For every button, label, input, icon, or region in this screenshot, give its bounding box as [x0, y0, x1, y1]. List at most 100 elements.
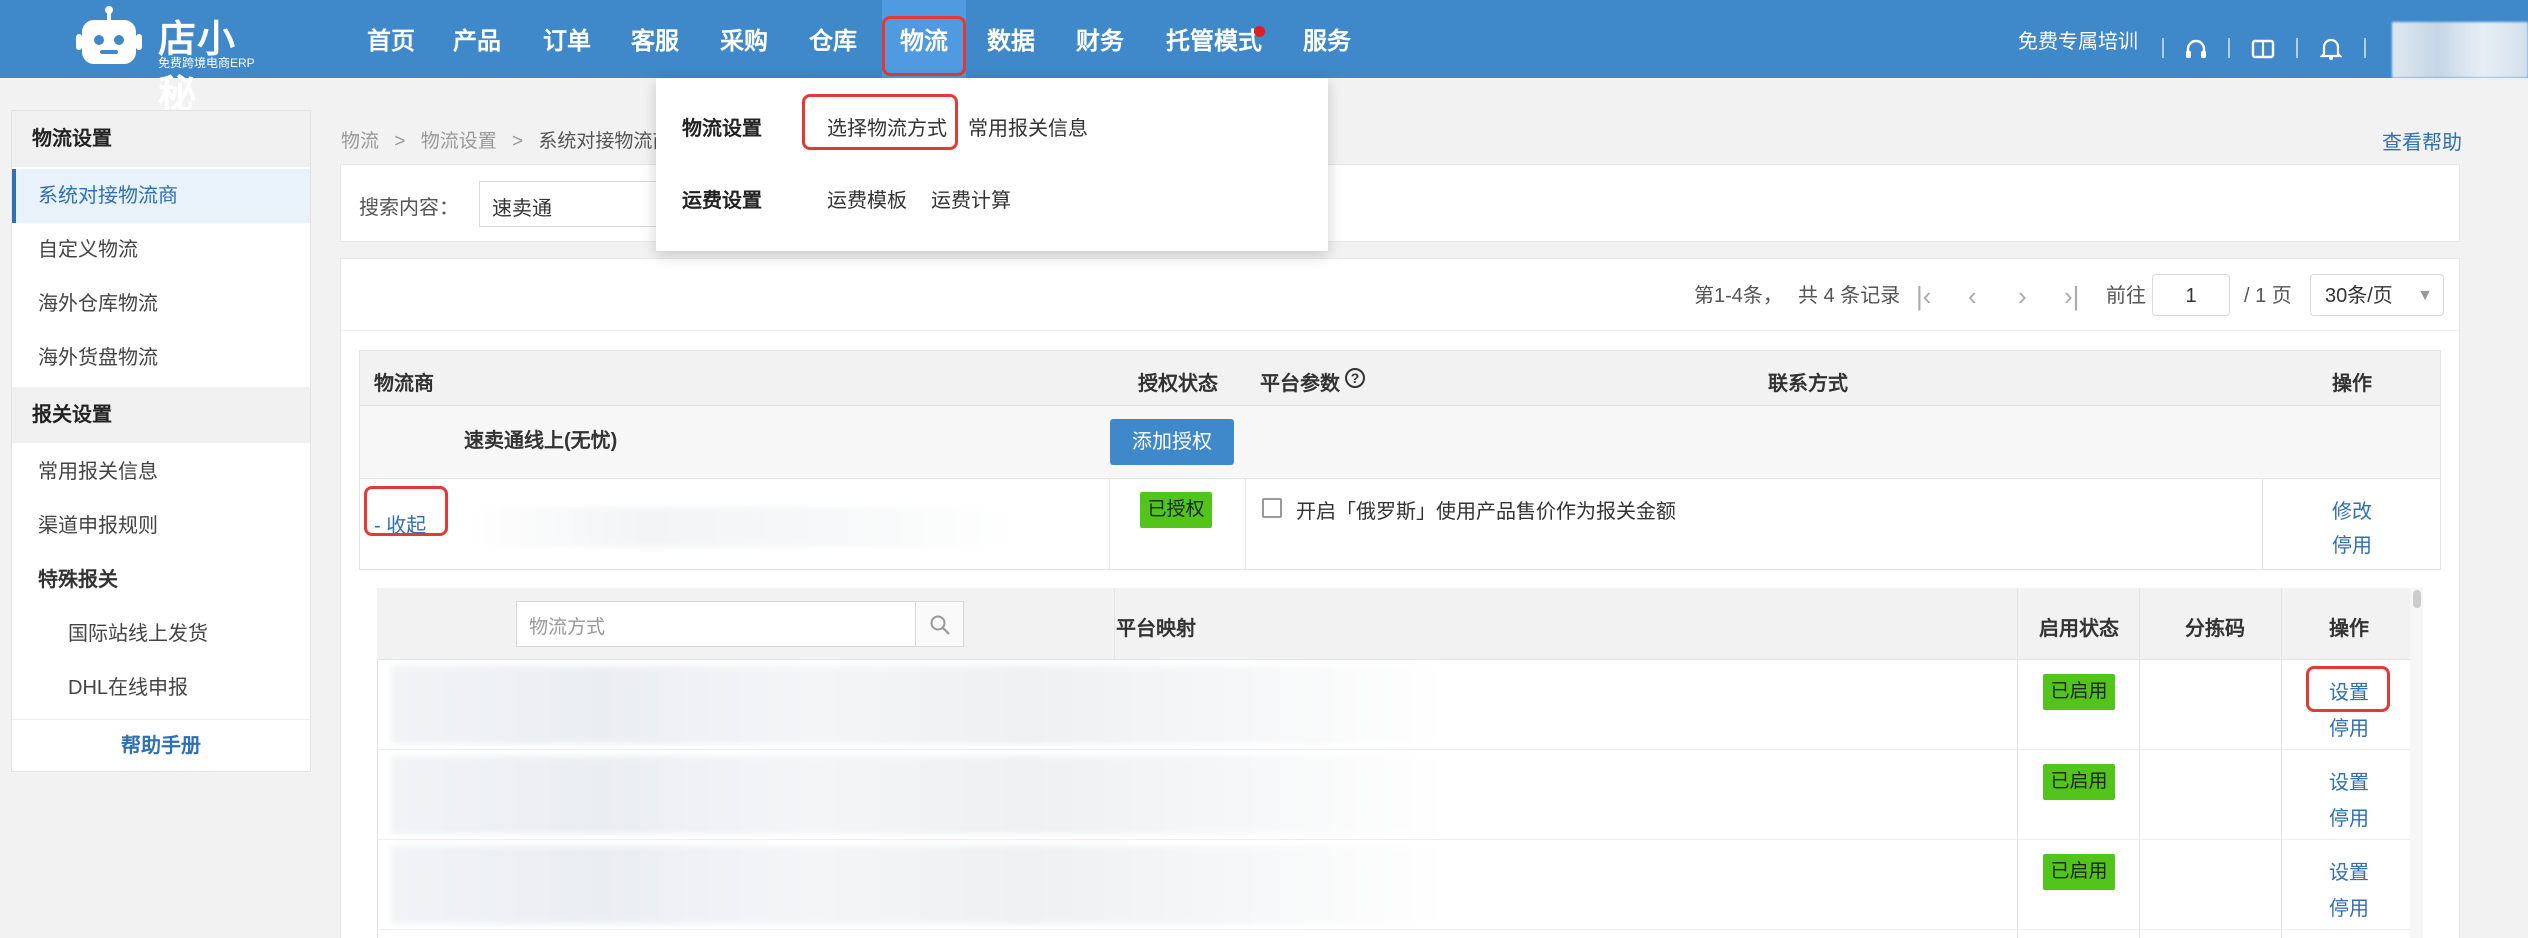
page-number-input[interactable]: 1 [2152, 274, 2230, 316]
sidebar-item-customs-info[interactable]: 常用报关信息 [12, 445, 310, 499]
carrier-group-row: 速卖通线上(无忧) 添加授权 [359, 406, 2441, 478]
method-settings-link[interactable]: 设置 [2329, 766, 2369, 795]
method-name-redacted [391, 666, 1451, 744]
total-records: 共 4 条记录 [1798, 285, 1901, 307]
russia-price-checkbox[interactable] [1262, 498, 1282, 518]
free-training-link[interactable]: 免费专属培训 [2018, 0, 2138, 78]
add-authorization-button[interactable]: 添加授权 [1110, 419, 1234, 465]
first-page-icon[interactable]: |‹ [1916, 282, 1931, 310]
col-action: 操作 [2332, 373, 2372, 395]
col-carrier: 物流商 [374, 373, 434, 395]
book-icon[interactable] [2251, 38, 2275, 60]
method-search-button[interactable] [916, 601, 964, 647]
breadcrumb: 物流 > 物流设置 > 系统对接物流商 [341, 131, 672, 152]
logo[interactable]: 店小秘 免费跨境电商ERP [74, 4, 274, 116]
goto-label: 前往 [2106, 285, 2146, 307]
divider [341, 330, 2459, 331]
search-input[interactable]: 速卖通 [479, 181, 679, 227]
sidebar-item-overseas-pallet[interactable]: 海外货盘物流 [12, 331, 310, 385]
nav-products[interactable]: 产品 [450, 0, 504, 78]
sidebar-item-overseas-warehouse[interactable]: 海外仓库物流 [12, 277, 310, 331]
col-contact: 联系方式 [1768, 373, 1848, 395]
nav-warehouse[interactable]: 仓库 [806, 0, 860, 78]
top-navbar: 店小秘 免费跨境电商ERP 首页 产品 订单 客服 采购 仓库 物流 数据 财务… [0, 0, 2528, 116]
dropdown-heading-freight-settings: 运费设置 [682, 190, 762, 212]
nav-managed-mode[interactable]: 托管模式 [1162, 0, 1266, 78]
scrollbar-thumb[interactable] [2413, 590, 2421, 608]
edit-link[interactable]: 修改 [2332, 495, 2372, 524]
col-enable-status: 启用状态 [2039, 618, 2119, 640]
divider [1245, 479, 1246, 569]
enabled-badge: 已启用 [2043, 764, 2115, 800]
sidebar-section-customs: 报关设置 [12, 387, 310, 443]
method-search-input[interactable]: 物流方式 [516, 601, 916, 647]
headset-icon[interactable] [2184, 38, 2208, 62]
nav-orders[interactable]: 订单 [540, 0, 594, 78]
sidebar-item-special-customs[interactable]: 特殊报关 [12, 553, 310, 607]
divider [2162, 38, 2164, 58]
search-label: 搜索内容： [359, 197, 459, 219]
divider [2364, 38, 2366, 58]
col-sub-action: 操作 [2329, 618, 2369, 640]
nav-logistics[interactable]: 物流 [882, 0, 966, 78]
method-name-redacted [391, 756, 1451, 834]
help-manual-link[interactable]: 帮助手册 [12, 719, 310, 771]
bell-icon[interactable] [2320, 37, 2342, 61]
nav-purchase[interactable]: 采购 [717, 0, 771, 78]
sidebar: 物流设置 系统对接物流商 自定义物流 海外仓库物流 海外货盘物流 报关设置 常用… [11, 110, 311, 772]
carrier-group-name: 速卖通线上(无忧) [464, 430, 618, 452]
help-circle-icon[interactable]: ? [1344, 367, 1366, 389]
sidebar-item-channel-rules[interactable]: 渠道申报规则 [12, 499, 310, 553]
robot-logo-icon [76, 6, 142, 64]
disable-link[interactable]: 停用 [2332, 529, 2372, 558]
sidebar-item-intl-station[interactable]: 国际站线上发货 [12, 607, 310, 661]
sidebar-section-logistics: 物流设置 [12, 111, 310, 167]
menu-item-freight-template[interactable]: 运费模板 [827, 184, 907, 213]
method-row: 已启用 设置 停用 [377, 750, 2411, 840]
dropdown-heading-logistics-settings: 物流设置 [682, 118, 762, 140]
nav-service[interactable]: 客服 [628, 0, 682, 78]
menu-item-select-logistics-method[interactable]: 选择物流方式 [827, 112, 947, 141]
sidebar-item-system-carriers[interactable]: 系统对接物流商 [12, 169, 310, 223]
menu-item-customs-info[interactable]: 常用报关信息 [968, 112, 1088, 141]
menu-item-freight-calc[interactable]: 运费计算 [931, 184, 1011, 213]
carrier-account-row: - 收起 已授权 开启「俄罗斯」使用产品售价作为报关金额 修改 停用 [359, 478, 2441, 570]
divider [2228, 38, 2230, 58]
scrollbar[interactable] [2410, 588, 2423, 938]
breadcrumb-current: 系统对接物流商 [538, 131, 672, 152]
avatar[interactable] [2392, 22, 2528, 78]
method-disable-link[interactable]: 停用 [2329, 892, 2369, 921]
sidebar-item-dhl[interactable]: DHL在线申报 [12, 661, 310, 715]
next-page-icon[interactable]: › [2018, 282, 2027, 310]
method-row: 已启用 设置 停用 [377, 840, 2411, 930]
method-disable-link[interactable]: 停用 [2329, 802, 2369, 831]
collapse-toggle[interactable]: - 收起 [374, 509, 426, 538]
method-settings-link[interactable]: 设置 [2329, 676, 2369, 705]
account-name-redacted [460, 507, 1020, 547]
nav-home[interactable]: 首页 [360, 0, 422, 78]
notification-dot [1254, 26, 1265, 37]
method-settings-link[interactable]: 设置 [2329, 856, 2369, 885]
last-page-icon[interactable]: ›| [2064, 282, 2079, 310]
nav-services[interactable]: 服务 [1300, 0, 1354, 78]
breadcrumb-logistics[interactable]: 物流 [341, 131, 379, 152]
carrier-table-header: 物流商 授权状态 平台参数 ? 联系方式 操作 [359, 350, 2441, 406]
divider [1109, 479, 1110, 569]
enabled-badge: 已启用 [2043, 854, 2115, 890]
nav-finance[interactable]: 财务 [1073, 0, 1127, 78]
col-sort-code: 分拣码 [2185, 618, 2245, 640]
method-disable-link[interactable]: 停用 [2329, 712, 2369, 741]
nav-data[interactable]: 数据 [984, 0, 1038, 78]
view-help-link[interactable]: 查看帮助 [2382, 126, 2462, 155]
authorized-badge: 已授权 [1140, 492, 1212, 528]
prev-page-icon[interactable]: ‹ [1968, 282, 1977, 310]
search-icon [930, 615, 950, 635]
chevron-down-icon: ▼ [2417, 287, 2433, 304]
breadcrumb-logistics-settings[interactable]: 物流设置 [421, 131, 497, 152]
col-platform-mapping: 平台映射 [1116, 618, 1196, 640]
brand-subtitle: 免费跨境电商ERP [158, 56, 255, 70]
page-size-select[interactable]: 30条/页 ▼ [2310, 274, 2444, 316]
svg-text:?: ? [1351, 370, 1360, 386]
sidebar-item-custom-logistics[interactable]: 自定义物流 [12, 223, 310, 277]
russia-price-option-label: 开启「俄罗斯」使用产品售价作为报关金额 [1296, 501, 1676, 523]
